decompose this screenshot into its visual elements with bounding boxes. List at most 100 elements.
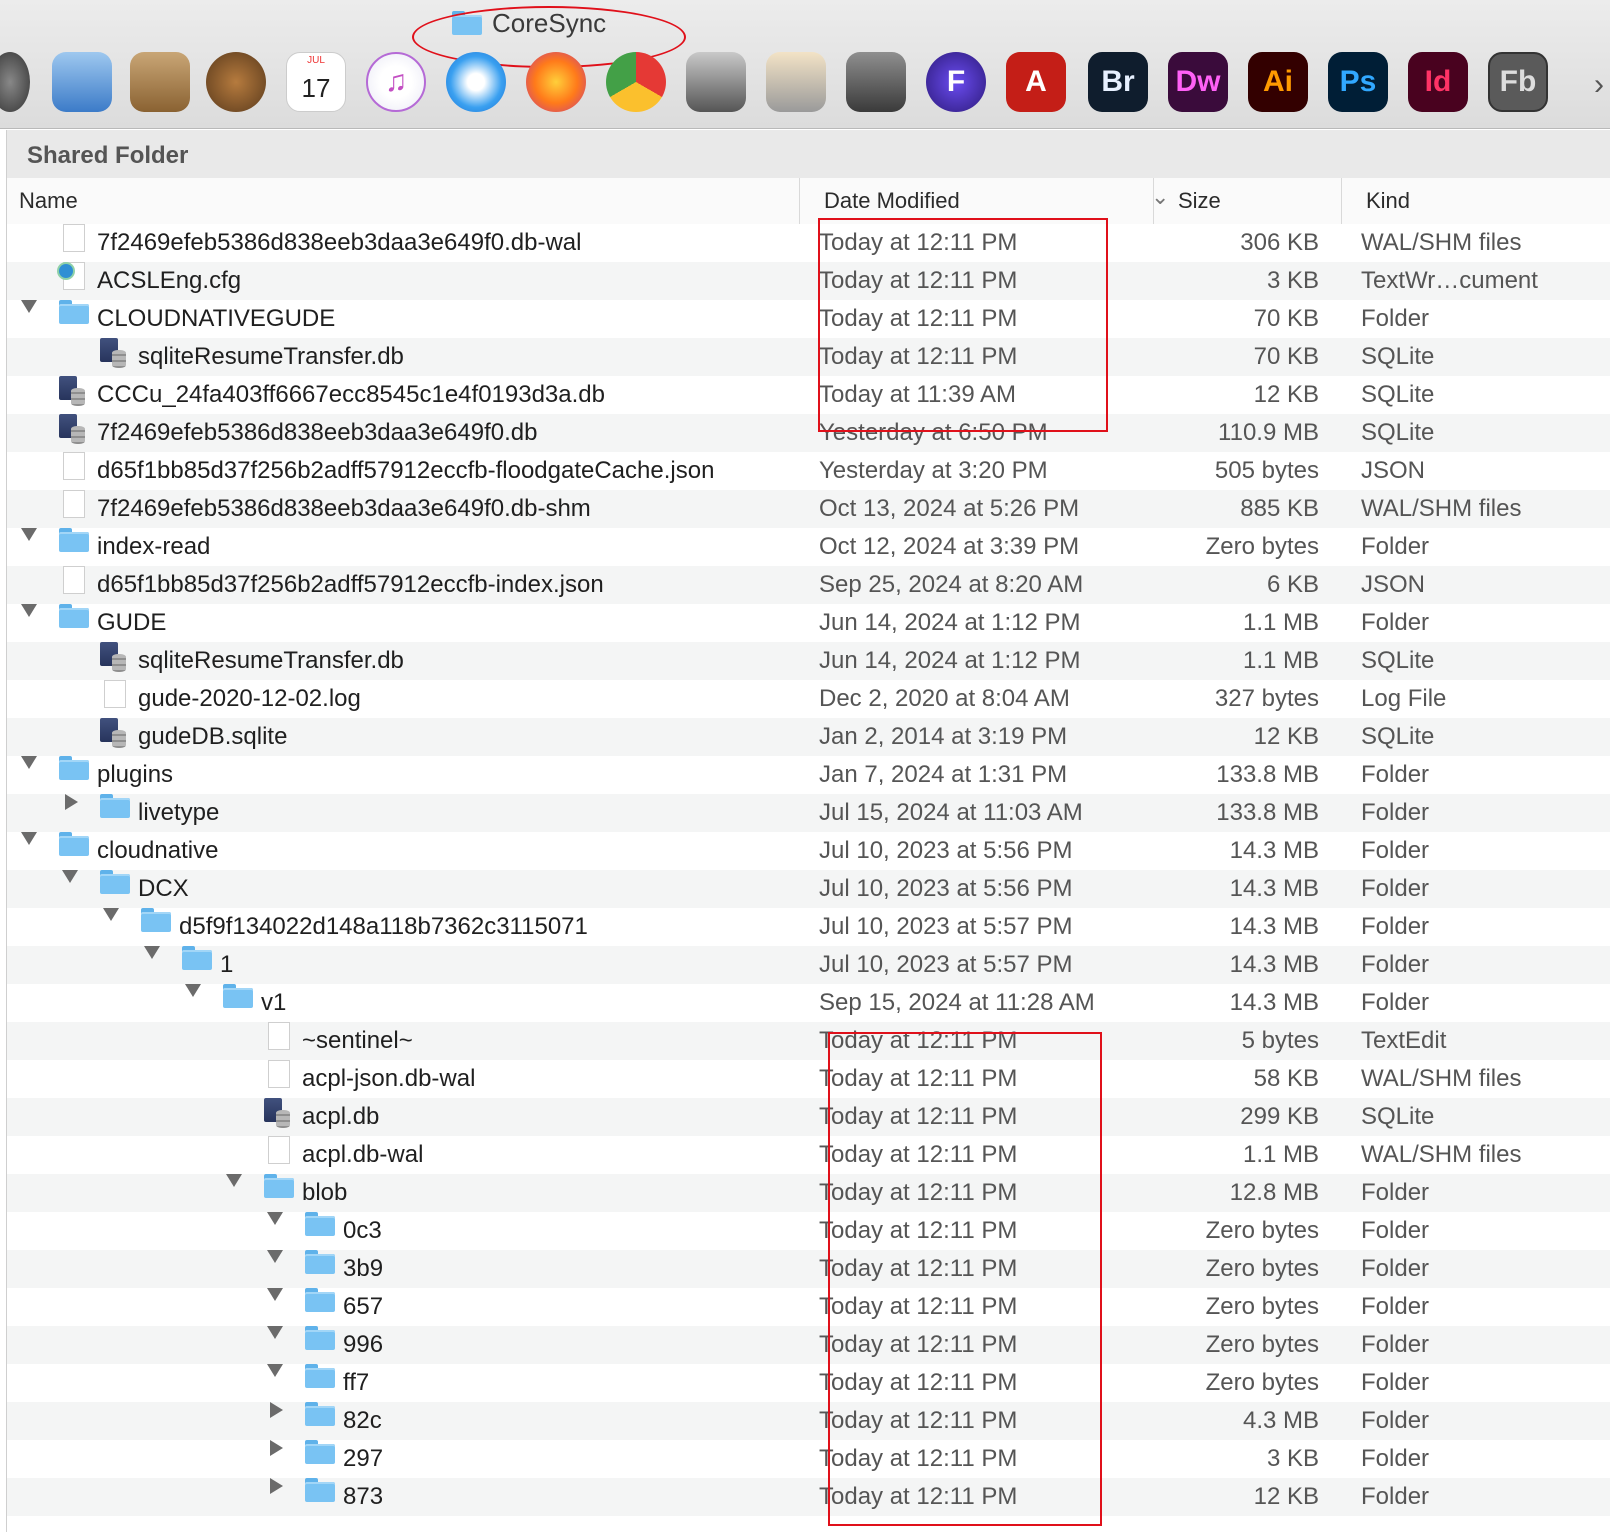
file-row[interactable]: 7f2469efeb5386d838eeb3daa3e649f0.db-shm O… (7, 490, 1610, 528)
file-row[interactable]: 1 Jul 10, 2023 at 5:57 PM 14.3 MB Folder (7, 946, 1610, 984)
file-row[interactable]: index-read Oct 12, 2024 at 3:39 PM Zero by… (7, 528, 1610, 566)
file-row[interactable]: ~sentinel~ Today at 12:11 PM 5 bytes TextEd… (7, 1022, 1610, 1060)
disclosure-expanded-icon[interactable] (267, 1326, 283, 1339)
file-row[interactable]: plugins Jan 7, 2024 at 1:31 PM 133.8 MB Fol… (7, 756, 1610, 794)
file-row[interactable]: 0c3 Today at 12:11 PM Zero bytes Folder (7, 1212, 1610, 1250)
dock-bridge-icon[interactable]: Br (1088, 52, 1148, 112)
dock-image-capture-icon[interactable] (686, 52, 746, 112)
column-header-kind[interactable]: Kind (1341, 178, 1610, 224)
disclosure-expanded-icon[interactable] (185, 984, 201, 997)
file-kind: Folder (1361, 913, 1430, 940)
dock-dreamweaver-icon[interactable]: Dw (1168, 52, 1228, 112)
file-row[interactable]: d5f9f134022d148a118b7362c3115071 Jul 10, … (7, 908, 1610, 946)
dock-flash-builder-icon[interactable]: Fb (1488, 52, 1548, 112)
disclosure-expanded-icon[interactable] (21, 832, 37, 845)
file-row[interactable]: sqliteResumeTransfer.db Jun 14, 2024 at 1… (7, 642, 1610, 680)
file-row[interactable]: acpl.db Today at 12:11 PM 299 KB SQLite (7, 1098, 1610, 1136)
file-row[interactable]: GUDE Jun 14, 2024 at 1:12 PM 1.1 MB Folder (7, 604, 1610, 642)
dock-safari-icon[interactable] (446, 52, 506, 112)
disclosure-collapsed-icon[interactable] (270, 1440, 283, 1456)
dock-photoshop-icon[interactable]: Ps (1328, 52, 1388, 112)
date-modified: Jul 10, 2023 at 5:57 PM (819, 913, 1073, 940)
dock-system-preferences-icon[interactable] (0, 52, 30, 112)
date-modified: Today at 12:11 PM (819, 1179, 1018, 1206)
file-row[interactable]: sqliteResumeTransfer.db Today at 12:11 PM… (7, 338, 1610, 376)
disclosure-expanded-icon[interactable] (226, 1174, 242, 1187)
file-row[interactable]: d65f1bb85d37f256b2adff57912eccfb-index.j… (7, 566, 1610, 604)
disclosure-expanded-icon[interactable] (144, 946, 160, 959)
file-size: Zero bytes (1205, 533, 1319, 560)
disclosure-expanded-icon[interactable] (21, 528, 37, 541)
file-row[interactable]: blob Today at 12:11 PM 12.8 MB Folder (7, 1174, 1610, 1212)
file-row[interactable]: livetype Jul 15, 2024 at 11:03 AM 133.8 MB… (7, 794, 1610, 832)
disclosure-expanded-icon[interactable] (21, 756, 37, 769)
dock-scanner-icon[interactable] (846, 52, 906, 112)
column-header-date-modified[interactable]: Date Modified (799, 178, 1153, 224)
date-modified: Sep 15, 2024 at 11:28 AM (819, 989, 1095, 1016)
disclosure-expanded-icon[interactable] (267, 1212, 283, 1225)
disclosure-expanded-icon[interactable] (21, 300, 37, 313)
dock-indesign-icon[interactable]: Id (1408, 52, 1468, 112)
file-name: d65f1bb85d37f256b2adff57912eccfb-index.j… (97, 571, 604, 598)
date-modified: Today at 12:11 PM (819, 1065, 1018, 1092)
file-row[interactable]: acpl.db-wal Today at 12:11 PM 1.1 MB WAL/SH… (7, 1136, 1610, 1174)
column-header-name[interactable]: Name (19, 178, 78, 224)
dock-itunes-icon[interactable]: ♫ (366, 52, 426, 112)
disclosure-expanded-icon[interactable] (62, 870, 78, 883)
disclosure-collapsed-icon[interactable] (65, 794, 78, 810)
file-kind: Folder (1361, 305, 1430, 332)
dock-preview-icon[interactable] (766, 52, 826, 112)
date-modified: Today at 12:11 PM (819, 1103, 1018, 1130)
file-row[interactable]: gudeDB.sqlite Jan 2, 2014 at 3:19 PM 12 KB… (7, 718, 1610, 756)
folder-icon (305, 1212, 335, 1236)
document-icon (268, 1060, 290, 1088)
file-row[interactable]: d65f1bb85d37f256b2adff57912eccfb-floodga… (7, 452, 1610, 490)
dock-automator-icon[interactable] (206, 52, 266, 112)
disclosure-expanded-icon[interactable] (267, 1250, 283, 1263)
dock-illustrator-icon[interactable]: Ai (1248, 52, 1308, 112)
file-name: 7f2469efeb5386d838eeb3daa3e649f0.db-shm (97, 495, 591, 522)
file-row[interactable]: gude-2020-12-02.log Dec 2, 2020 at 8:04 A… (7, 680, 1610, 718)
date-modified: Today at 12:11 PM (819, 1141, 1018, 1168)
file-kind: Folder (1361, 875, 1430, 902)
column-header-size[interactable]: Size (1153, 178, 1341, 224)
dock-chrome-icon[interactable] (606, 52, 666, 112)
disclosure-collapsed-icon[interactable] (270, 1402, 283, 1418)
file-row[interactable]: acpl-json.db-wal Today at 12:11 PM 58 KB WA… (7, 1060, 1610, 1098)
file-row[interactable]: ff7 Today at 12:11 PM Zero bytes Folder (7, 1364, 1610, 1402)
dock-calendar-icon[interactable]: JUL 17 (286, 52, 346, 112)
file-row[interactable]: 657 Today at 12:11 PM Zero bytes Folder (7, 1288, 1610, 1326)
date-modified: Oct 12, 2024 at 3:39 PM (819, 533, 1080, 560)
file-row[interactable]: 7f2469efeb5386d838eeb3daa3e649f0.db Yeste… (7, 414, 1610, 452)
file-row[interactable]: DCX Jul 10, 2023 at 5:56 PM 14.3 MB Folder (7, 870, 1610, 908)
file-row[interactable]: CCCu_24fa403ff6667ecc8545c1e4f0193d3a.db… (7, 376, 1610, 414)
file-row[interactable]: cloudnative Jul 10, 2023 at 5:56 PM 14.3 M… (7, 832, 1610, 870)
disclosure-expanded-icon[interactable] (267, 1364, 283, 1377)
file-row[interactable]: 3b9 Today at 12:11 PM Zero bytes Folder (7, 1250, 1610, 1288)
dock-icon-label: Dw (1175, 65, 1221, 98)
file-size: 299 KB (1240, 1103, 1319, 1130)
file-list: 7f2469efeb5386d838eeb3daa3e649f0.db-wal T… (6, 224, 1610, 1532)
dock-contacts-icon[interactable] (130, 52, 190, 112)
dock-mail-icon[interactable] (52, 52, 112, 112)
file-kind: TextEdit (1361, 1027, 1447, 1054)
dock-acrobat-icon[interactable]: A (1006, 52, 1066, 112)
file-row[interactable]: 297 Today at 12:11 PM 3 KB Folder (7, 1440, 1610, 1478)
file-row[interactable]: CLOUDNATIVEGUDE Today at 12:11 PM 70 KB Fol… (7, 300, 1610, 338)
file-row[interactable]: 82c Today at 12:11 PM 4.3 MB Folder (7, 1402, 1610, 1440)
disclosure-expanded-icon[interactable] (103, 908, 119, 921)
file-name: 0c3 (343, 1217, 382, 1244)
file-row[interactable]: 7f2469efeb5386d838eeb3daa3e649f0.db-wal T… (7, 224, 1610, 262)
disclosure-expanded-icon[interactable] (267, 1288, 283, 1301)
toolbar-overflow-chevron-icon[interactable]: › (1594, 68, 1604, 102)
database-icon (100, 338, 128, 368)
date-modified: Today at 11:39 AM (819, 381, 1017, 408)
file-row[interactable]: ACSLEng.cfg Today at 12:11 PM 3 KB TextWr…c… (7, 262, 1610, 300)
disclosure-expanded-icon[interactable] (21, 604, 37, 617)
disclosure-collapsed-icon[interactable] (270, 1478, 283, 1494)
file-row[interactable]: 873 Today at 12:11 PM 12 KB Folder (7, 1478, 1610, 1516)
file-row[interactable]: v1 Sep 15, 2024 at 11:28 AM 14.3 MB Folder (7, 984, 1610, 1022)
file-row[interactable]: 996 Today at 12:11 PM Zero bytes Folder (7, 1326, 1610, 1364)
dock-frame-icon[interactable]: F (926, 52, 986, 112)
dock-firefox-icon[interactable] (526, 52, 586, 112)
